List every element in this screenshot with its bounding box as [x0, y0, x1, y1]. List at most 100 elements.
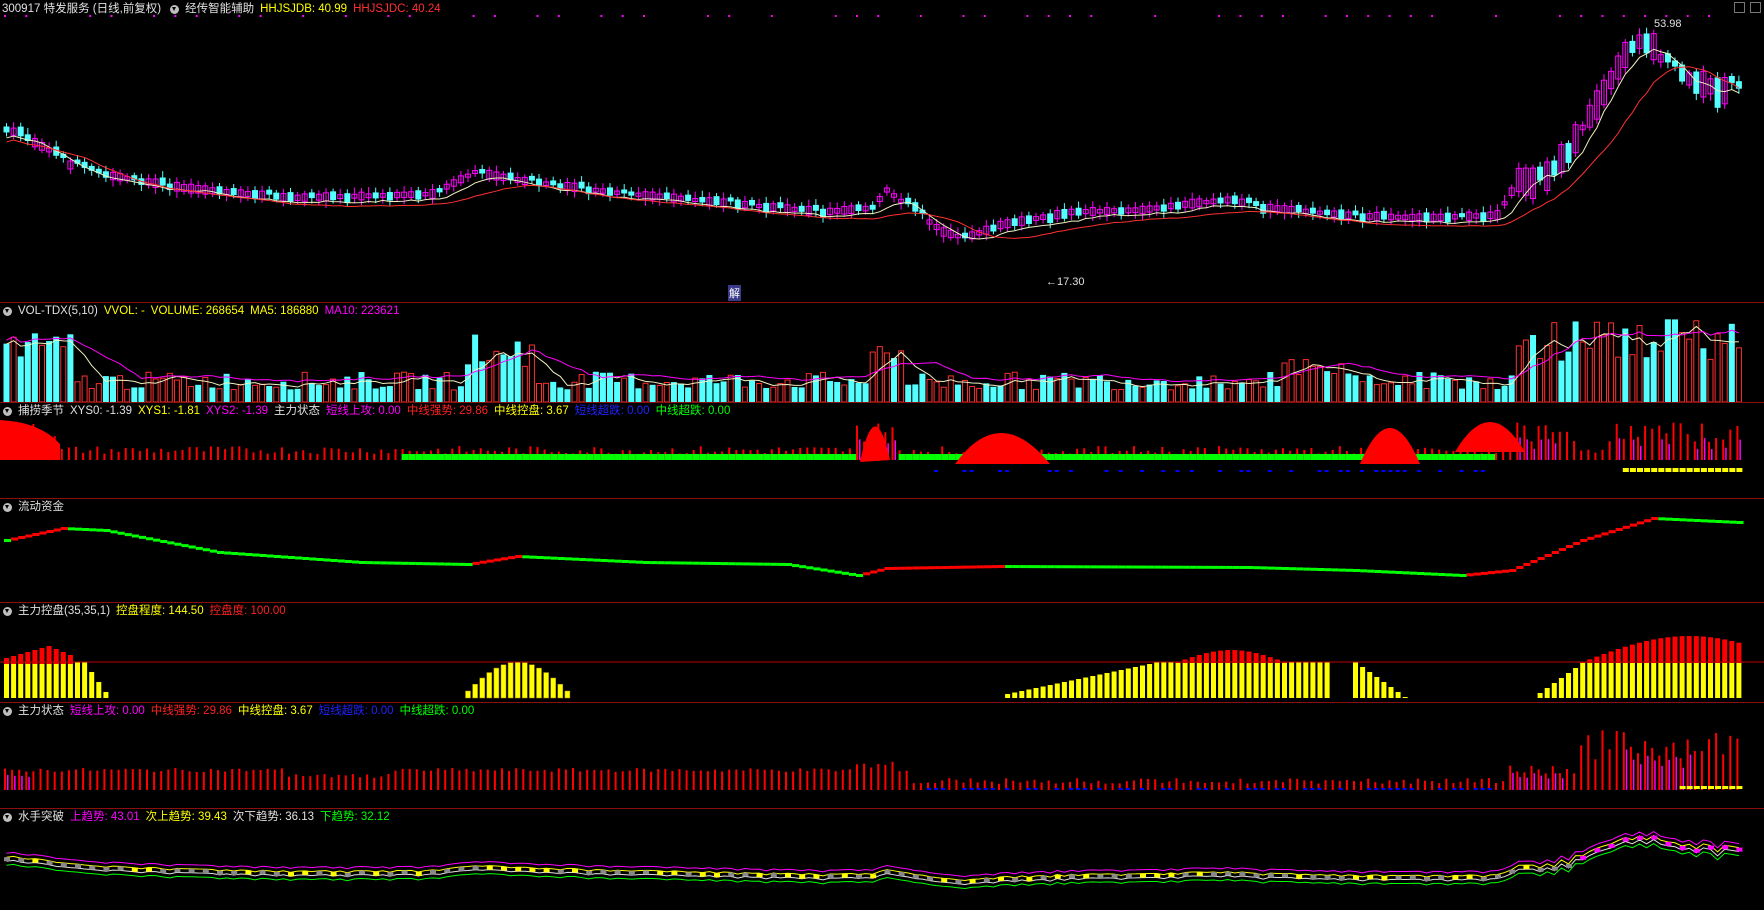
season-red-bar	[891, 427, 894, 460]
control-menu-icon[interactable]	[3, 606, 12, 616]
control-yellow-bar	[1182, 662, 1188, 698]
state-blue-dash	[934, 788, 939, 790]
state-panel[interactable]: 主力状态 短线上攻: 0.00 中线强势: 29.86 中线控盘: 3.67 短…	[0, 702, 1764, 808]
flow-step	[96, 528, 104, 532]
state-red-bar	[366, 774, 369, 790]
season-green-block	[742, 454, 750, 460]
top-signal-dot	[1282, 15, 1284, 17]
season-green-block	[728, 454, 736, 460]
sailor-block	[799, 874, 806, 879]
state-red-bar	[1715, 733, 1718, 790]
control-panel[interactable]: 主力控盘(35,35,1) 控盘程度: 144.50 控盘度: 100.00	[0, 602, 1764, 702]
volume-menu-icon[interactable]	[3, 306, 12, 316]
season-magenta-bar	[1696, 448, 1699, 460]
season-red-bar	[1502, 451, 1505, 460]
season-green-block	[1196, 454, 1204, 460]
flow-step	[756, 562, 764, 566]
flow-step	[1239, 565, 1247, 569]
indicator-menu-icon[interactable]	[170, 4, 180, 14]
state-blue-dash	[1310, 788, 1315, 790]
volume-bar	[1167, 389, 1174, 402]
season-green-block	[508, 454, 516, 460]
top-signal-dot	[1686, 15, 1689, 17]
season-yellow-block	[1679, 468, 1686, 472]
season-panel[interactable]: 捕捞季节 XYS0: -1.39 XYS1: -1.81 XYS2: -1.39…	[0, 402, 1764, 498]
control-yellow-bar	[1040, 686, 1046, 698]
state-red-bar	[160, 771, 163, 790]
season-green-block	[1232, 454, 1240, 460]
season-green-block	[479, 454, 487, 460]
season-blue-dash	[1345, 470, 1350, 472]
season-red-bar	[1622, 438, 1625, 460]
flow-step	[643, 561, 651, 564]
control-yellow-bar	[1203, 662, 1209, 698]
volume-bar	[415, 389, 422, 402]
window-maximize-icon[interactable]	[1734, 2, 1745, 13]
price-panel[interactable]: 300917 特发服务 (日线,前复权) 经传智能辅助 HHJSJDB: 40.…	[0, 0, 1764, 301]
volume-panel[interactable]: VOL-TDX(5,10) VVOL: - VOLUME: 268654 MA5…	[0, 302, 1764, 402]
sailor-menu-icon[interactable]	[3, 812, 12, 822]
state-magenta-bar	[1640, 764, 1642, 790]
state-blue-dash	[1388, 788, 1393, 790]
state-magenta-bar	[7, 774, 9, 790]
flow-step	[714, 562, 722, 565]
sailor-panel[interactable]: 水手突破 上趋势: 43.01 次上趋势: 39.43 次下趋势: 36.13 …	[0, 808, 1764, 910]
candlestick-chart[interactable]	[0, 0, 1764, 266]
flow-step	[692, 561, 700, 565]
control-yellow-bar	[1637, 662, 1642, 698]
flow-step	[927, 566, 935, 570]
state-red-bar	[295, 774, 298, 790]
control-yellow-bar	[1118, 670, 1124, 698]
volume-bar	[876, 346, 883, 402]
season-yellow-block	[1651, 468, 1658, 472]
flow-step	[1054, 565, 1062, 569]
flow-step	[202, 548, 210, 552]
flow-step	[1324, 568, 1332, 572]
flow-step	[1580, 539, 1588, 542]
state-magenta-bar	[1675, 756, 1677, 790]
season-green-block	[1061, 454, 1069, 460]
flow-step	[25, 534, 33, 538]
season-blue-dash	[1069, 470, 1073, 472]
flow-panel[interactable]: 流动资金	[0, 498, 1764, 602]
season-green-block	[643, 454, 651, 460]
season-green-block	[1090, 454, 1098, 460]
flow-chart[interactable]	[0, 498, 1764, 602]
season-green-block	[785, 454, 793, 460]
flow-menu-icon[interactable]	[3, 502, 12, 512]
state-red-bar	[458, 770, 461, 790]
flow-step	[770, 562, 778, 566]
season-red-bar	[394, 449, 397, 460]
control-yellow-bar	[543, 672, 549, 699]
vvol-value: VVOL: -	[103, 305, 145, 317]
sailor-block	[1054, 874, 1061, 879]
sailor-block	[401, 870, 408, 875]
volume-bar	[621, 377, 628, 402]
volume-bar	[1075, 387, 1082, 402]
control-yellow-bar	[1360, 667, 1366, 698]
season-yellow-block	[1672, 468, 1679, 472]
window-restore-icon[interactable]	[1750, 2, 1761, 13]
season-red-bar	[89, 450, 92, 460]
candle-body	[1246, 197, 1252, 204]
candle-body	[1565, 143, 1572, 163]
sailor-block	[572, 868, 578, 873]
flow-step	[1182, 565, 1190, 569]
season-red-bar	[1637, 436, 1639, 460]
season-blue-dash	[962, 470, 967, 472]
flow-step	[1608, 530, 1616, 534]
candle-body	[1423, 212, 1430, 223]
state-blue-dash	[1282, 788, 1286, 790]
flow-step	[635, 560, 643, 564]
season-green-block	[1239, 454, 1247, 460]
volume-bar	[1558, 360, 1565, 402]
state-red-bar	[67, 770, 70, 790]
state-red-bar	[1431, 780, 1434, 790]
season-red-bar	[1644, 425, 1647, 460]
state-menu-icon[interactable]	[3, 706, 12, 716]
candle-body	[855, 204, 862, 211]
sailor-block	[1296, 874, 1303, 879]
season-menu-icon[interactable]	[3, 406, 12, 416]
state-red-bar	[635, 768, 638, 790]
sailor-block	[1111, 874, 1118, 879]
